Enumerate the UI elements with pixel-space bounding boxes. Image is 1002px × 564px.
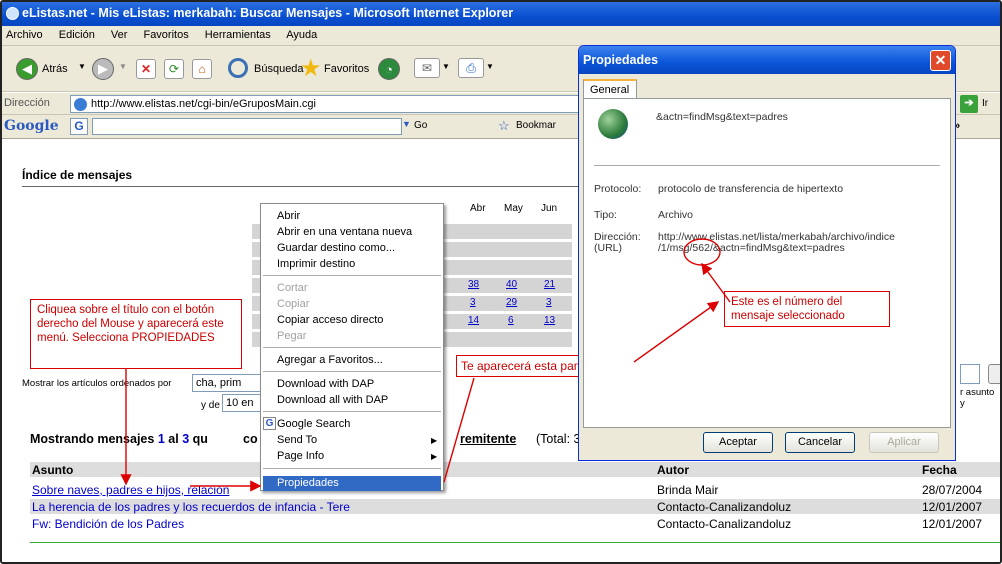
arrow-to-number <box>701 262 731 303</box>
browser-window: eListas.net - Mis eListas: merkabah: Bus… <box>0 0 1002 564</box>
arrow-to-dialog <box>633 301 720 363</box>
arrow-propiedades-to-callout <box>443 377 475 483</box>
number-highlight-circle <box>683 238 721 266</box>
annotation-arrows <box>120 238 731 492</box>
